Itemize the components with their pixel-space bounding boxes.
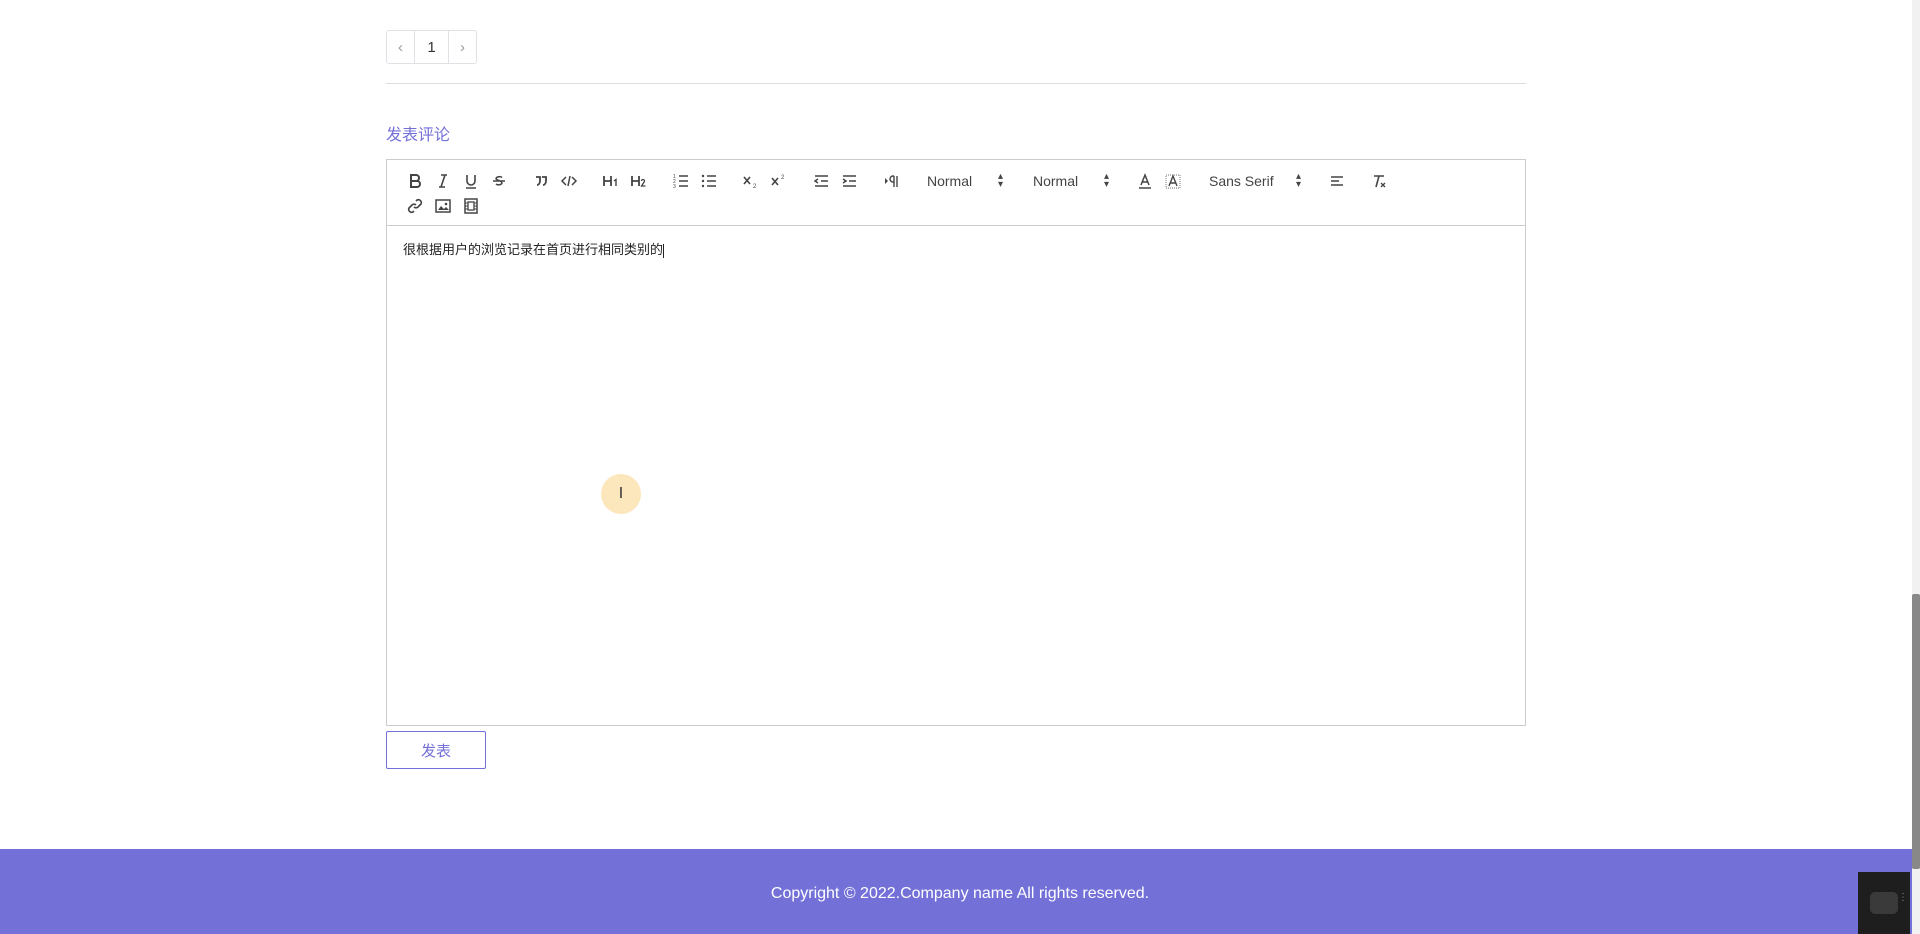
svg-text:2: 2	[781, 175, 785, 181]
size-picker-label: Normal	[1033, 173, 1079, 189]
bold-icon[interactable]	[401, 169, 429, 193]
comment-title: 发表评论	[386, 127, 451, 144]
editor-content[interactable]: 很根据用户的浏览记录在首页进行相同类别的	[403, 239, 665, 258]
font-picker[interactable]: Sans Serif ▴ ▾	[1201, 169, 1309, 193]
outdent-icon[interactable]	[807, 169, 835, 193]
code-block-icon[interactable]	[555, 169, 583, 193]
header-2-icon[interactable]	[625, 169, 653, 193]
text-caret	[663, 243, 665, 258]
link-icon[interactable]	[401, 194, 429, 218]
toolbar-row-1: 123 2 2 Normal ▴ ▾ Normal ▴ ▾ Sans Serif…	[401, 169, 1393, 193]
superscript-icon[interactable]: 2	[765, 169, 793, 193]
page-1-button[interactable]: 1	[414, 30, 449, 64]
page-scrollbar[interactable]	[1912, 0, 1920, 934]
image-icon[interactable]	[429, 194, 457, 218]
chevron-up-down-icon: ▴ ▾	[1103, 171, 1109, 190]
color-icon[interactable]	[1131, 169, 1159, 193]
indent-icon[interactable]	[835, 169, 863, 193]
ordered-list-icon[interactable]: 123	[667, 169, 695, 193]
prev-page-button[interactable]: ‹	[386, 30, 415, 64]
header-1-icon[interactable]	[597, 169, 625, 193]
header-picker[interactable]: Normal ▴ ▾	[919, 169, 1011, 193]
scrollbar-thumb[interactable]	[1912, 594, 1920, 869]
subscript-icon[interactable]: 2	[737, 169, 765, 193]
more-icon: ⋮	[1898, 892, 1908, 903]
pagination: ‹ 1 ›	[386, 30, 477, 64]
next-page-button[interactable]: ›	[448, 30, 477, 64]
toolbar-row-2	[401, 194, 485, 218]
chevron-up-down-icon: ▴ ▾	[997, 171, 1003, 190]
video-icon[interactable]	[457, 194, 485, 218]
text-cursor-icon: I	[601, 474, 641, 514]
background-icon[interactable]	[1159, 169, 1187, 193]
size-picker[interactable]: Normal ▴ ▾	[1025, 169, 1117, 193]
chevron-up-down-icon: ▴ ▾	[1295, 171, 1301, 190]
underline-icon[interactable]	[457, 169, 485, 193]
header-picker-label: Normal	[927, 173, 973, 189]
bullet-list-icon[interactable]	[695, 169, 723, 193]
rich-text-editor: 123 2 2 Normal ▴ ▾ Normal ▴ ▾ Sans Serif…	[386, 159, 1526, 726]
blockquote-icon[interactable]	[527, 169, 555, 193]
italic-icon[interactable]	[429, 169, 457, 193]
chat-icon	[1870, 892, 1898, 914]
strike-icon[interactable]	[485, 169, 513, 193]
align-icon[interactable]	[1323, 169, 1351, 193]
clean-icon[interactable]	[1365, 169, 1393, 193]
copyright-text: Copyright © 2022.Company name All rights…	[770, 884, 1150, 902]
footer: Copyright © 2022.Company name All rights…	[0, 849, 1920, 934]
divider	[386, 83, 1526, 84]
font-picker-label: Sans Serif	[1209, 173, 1274, 189]
direction-icon[interactable]	[877, 169, 905, 193]
editor-text: 很根据用户的浏览记录在首页进行相同类别的	[403, 243, 664, 258]
editor-toolbar: 123 2 2 Normal ▴ ▾ Normal ▴ ▾ Sans Serif…	[387, 160, 1525, 226]
floating-widget[interactable]: ⋮	[1858, 872, 1910, 934]
svg-text:3: 3	[673, 184, 676, 190]
submit-comment-button[interactable]: 发表	[386, 731, 486, 769]
svg-text:2: 2	[753, 184, 757, 190]
